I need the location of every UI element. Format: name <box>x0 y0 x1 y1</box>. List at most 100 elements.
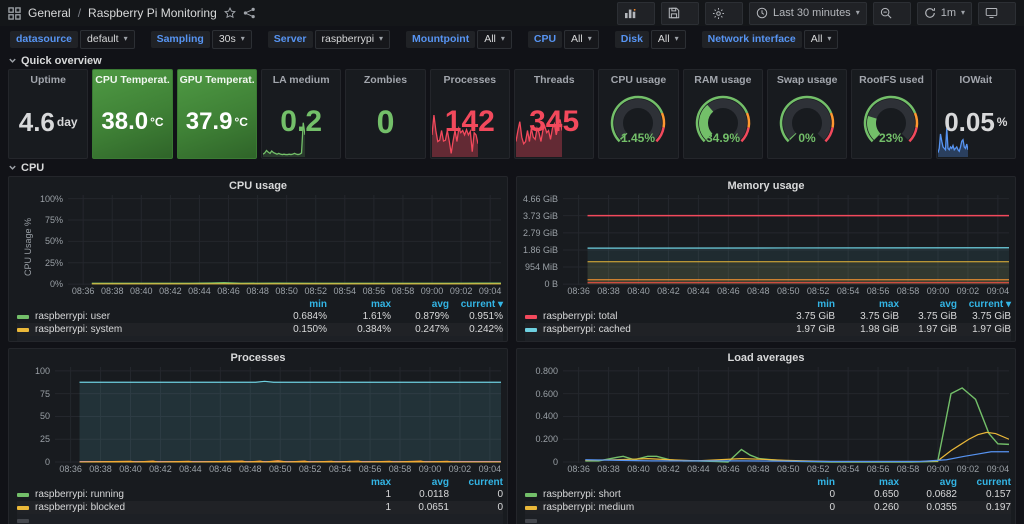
panel-title[interactable]: Swap usage <box>777 74 838 86</box>
variable-value-dropdown[interactable]: raspberrypi▾ <box>315 30 391 49</box>
variable-value-dropdown[interactable]: All▾ <box>804 30 839 49</box>
legend-sort-max[interactable]: max <box>327 477 391 488</box>
panel-title[interactable]: LA medium <box>273 74 330 86</box>
legend-sort-avg[interactable]: avg <box>391 477 449 488</box>
legend-series-swatch[interactable] <box>17 315 29 319</box>
panel-title[interactable]: RAM usage <box>694 74 751 86</box>
refresh-picker[interactable]: 1m ▾ <box>917 2 972 25</box>
legend-sort-min[interactable]: min <box>263 299 327 310</box>
legend-series-swatch[interactable] <box>17 493 29 497</box>
x-tick-label: 09:04 <box>479 464 502 474</box>
row-header-quick-overview[interactable]: Quick overview <box>0 52 1024 69</box>
add-panel-button[interactable] <box>617 2 655 25</box>
x-tick-label: 08:40 <box>119 464 142 474</box>
cycle-view-mode-button[interactable] <box>978 2 1016 25</box>
breadcrumb-section[interactable]: General <box>28 6 71 20</box>
x-tick-label: 08:48 <box>747 286 770 296</box>
legend-sort-min[interactable]: min <box>771 299 835 310</box>
legend-sort-current[interactable]: current <box>449 477 503 488</box>
variable-value-dropdown[interactable]: 30s▾ <box>212 30 252 49</box>
share-icon[interactable] <box>243 7 256 19</box>
legend-series-swatch[interactable] <box>525 506 537 510</box>
panel-title[interactable]: CPU usage <box>611 74 666 86</box>
chart-panel-memory-usage: Memory usage4.66 GiB3.73 GiB2.79 GiB1.86… <box>516 176 1016 342</box>
variable-label: CPU <box>528 31 562 48</box>
chart-svg <box>563 195 1009 285</box>
x-tick-label: 08:54 <box>334 286 357 296</box>
legend-series-swatch[interactable] <box>525 315 537 319</box>
legend-series-name[interactable]: raspberrypi: medium <box>543 502 771 513</box>
legend-value: 1.97 GiB <box>899 324 957 335</box>
legend-series-swatch[interactable] <box>17 506 29 510</box>
legend-sort-max[interactable]: max <box>327 299 391 310</box>
dashboard-title[interactable]: Raspberry Pi Monitoring <box>88 6 217 20</box>
legend-row-clipped <box>17 336 503 342</box>
legend-sort-min[interactable]: min <box>771 477 835 488</box>
chart-body: CPU Usage %100%75%50%25%0%08:3608:3808:4… <box>9 195 507 298</box>
variable-value-dropdown[interactable]: default▾ <box>80 30 135 49</box>
x-tick-label: 08:54 <box>837 464 860 474</box>
panel-title[interactable]: CPU usage <box>9 177 507 195</box>
legend-series-swatch[interactable] <box>17 328 29 332</box>
legend-series-name[interactable]: raspberrypi: user <box>35 311 263 322</box>
legend-series-swatch[interactable] <box>525 493 537 497</box>
panel-title[interactable]: Load averages <box>517 349 1015 367</box>
legend-value: 1.98 GiB <box>835 324 899 335</box>
dashboard-settings-button[interactable] <box>705 2 743 25</box>
dashboards-grid-icon[interactable] <box>8 7 21 20</box>
x-tick-label: 08:36 <box>59 464 82 474</box>
y-tick-label: 0.400 <box>535 411 558 421</box>
legend-value: 0.247% <box>391 324 449 335</box>
legend-row: raspberrypi: blocked10.06510 <box>17 501 503 514</box>
x-tick-label: 08:46 <box>209 464 232 474</box>
legend-series-swatch[interactable] <box>525 328 537 332</box>
stat-panels-row: Uptime4.6dayCPU Temperat...38.0°CGPU Tem… <box>0 69 1024 159</box>
panel-title[interactable]: RootFS used <box>859 74 924 86</box>
legend-sort-max[interactable]: max <box>835 477 899 488</box>
legend-sort-current[interactable]: current ▾ <box>957 299 1011 310</box>
panel-title[interactable]: Uptime <box>30 74 66 86</box>
legend-series-name[interactable]: raspberrypi: blocked <box>35 502 327 513</box>
panel-title[interactable]: IOWait <box>959 74 992 86</box>
variable-value: raspberrypi <box>322 33 375 46</box>
panel-title[interactable]: Threads <box>534 74 575 86</box>
panel-title[interactable]: GPU Temperat... <box>180 74 254 86</box>
row-header-cpu[interactable]: CPU <box>0 159 1024 176</box>
legend-series-name[interactable]: raspberrypi: short <box>543 489 771 500</box>
legend-sort-current[interactable]: current <box>957 477 1011 488</box>
time-range-picker[interactable]: Last 30 minutes ▾ <box>749 2 867 25</box>
row-title: Quick overview <box>21 55 102 67</box>
legend-sort-max[interactable]: max <box>835 299 899 310</box>
panel-title[interactable]: Memory usage <box>517 177 1015 195</box>
x-tick-label: 08:36 <box>567 464 590 474</box>
legend-series-name[interactable]: raspberrypi: running <box>35 489 327 500</box>
star-icon[interactable] <box>224 7 236 19</box>
variable-value-dropdown[interactable]: All▾ <box>651 30 686 49</box>
legend-series-name[interactable]: raspberrypi: cached <box>543 324 771 335</box>
legend-value: 1.97 GiB <box>957 324 1011 335</box>
legend-series-name[interactable]: raspberrypi: total <box>543 311 771 322</box>
legend-value: 3.75 GiB <box>957 311 1011 322</box>
panel-title[interactable]: Processes <box>9 349 507 367</box>
legend-value: 0.684% <box>263 311 327 322</box>
legend-value: 1 <box>327 502 391 513</box>
panel-title[interactable]: CPU Temperat... <box>95 74 169 86</box>
chevron-down-icon: ▾ <box>961 9 965 17</box>
stat-panel-rootfs-used: RootFS used23% <box>851 69 931 159</box>
y-tick-label: 75% <box>45 215 63 225</box>
variable-value: default <box>87 33 119 46</box>
save-dashboard-button[interactable] <box>661 2 699 25</box>
zoom-out-time-button[interactable] <box>873 2 911 25</box>
stat-value-wrap: 142 <box>445 86 495 158</box>
plot-area <box>68 195 501 285</box>
legend-sort-avg[interactable]: avg <box>899 299 957 310</box>
legend-sort-avg[interactable]: avg <box>899 477 957 488</box>
variable-value-dropdown[interactable]: All▾ <box>477 30 512 49</box>
variable-value-dropdown[interactable]: All▾ <box>564 30 599 49</box>
legend-series-name[interactable]: raspberrypi: system <box>35 324 263 335</box>
panel-title[interactable]: Processes <box>444 74 497 86</box>
legend-sort-current[interactable]: current ▾ <box>449 299 503 310</box>
legend-sort-avg[interactable]: avg <box>391 299 449 310</box>
x-axis: 08:3608:3808:4008:4208:4408:4608:4808:50… <box>563 463 1009 476</box>
panel-title[interactable]: Zombies <box>364 74 407 86</box>
